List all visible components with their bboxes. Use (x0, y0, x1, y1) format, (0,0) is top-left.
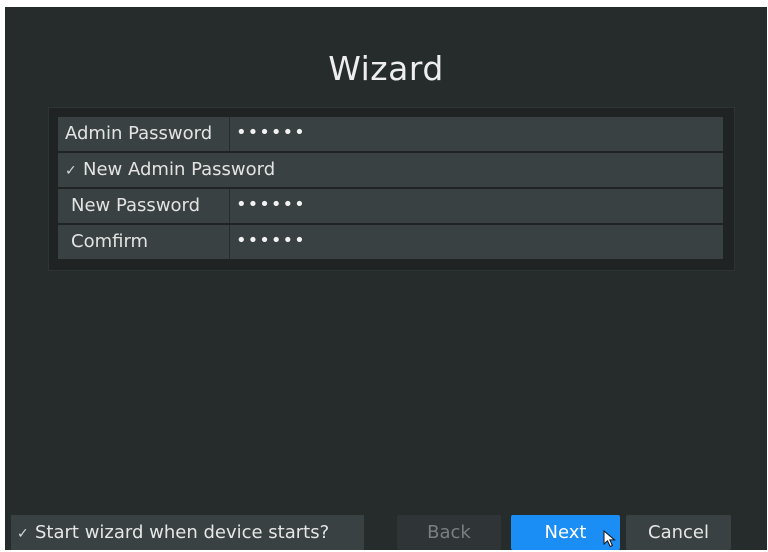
wizard-screen: Wizard Admin Password •••••• ✓ New Admin … (5, 7, 767, 550)
check-icon: ✓ (65, 163, 77, 179)
confirm-password-label: Comfirm (71, 231, 149, 252)
start-wizard-label: Start wizard when device starts? (35, 522, 330, 543)
new-admin-password-label: New Admin Password (83, 159, 276, 180)
admin-password-row: Admin Password •••••• (58, 117, 723, 151)
admin-password-field[interactable]: •••••• (230, 117, 723, 151)
page-title: Wizard (328, 49, 444, 88)
new-admin-password-checkbox[interactable]: ✓ New Admin Password (65, 153, 275, 187)
new-password-label: New Password (71, 195, 201, 216)
confirm-password-field[interactable]: •••••• (230, 225, 723, 259)
start-wizard-checkbox[interactable]: ✓ Start wizard when device starts? (11, 515, 364, 550)
confirm-password-row: Comfirm •••••• (58, 225, 723, 259)
new-password-field[interactable]: •••••• (230, 189, 723, 223)
cancel-button[interactable]: Cancel (626, 515, 731, 550)
password-settings-panel: Admin Password •••••• ✓ New Admin Passwor… (48, 107, 735, 271)
new-password-row: New Password •••••• (58, 189, 723, 223)
back-button[interactable]: Back (397, 515, 501, 550)
check-icon: ✓ (17, 526, 29, 542)
admin-password-label: Admin Password (65, 123, 213, 144)
new-admin-password-row[interactable]: ✓ New Admin Password (58, 153, 723, 187)
next-button[interactable]: Next (511, 515, 620, 550)
